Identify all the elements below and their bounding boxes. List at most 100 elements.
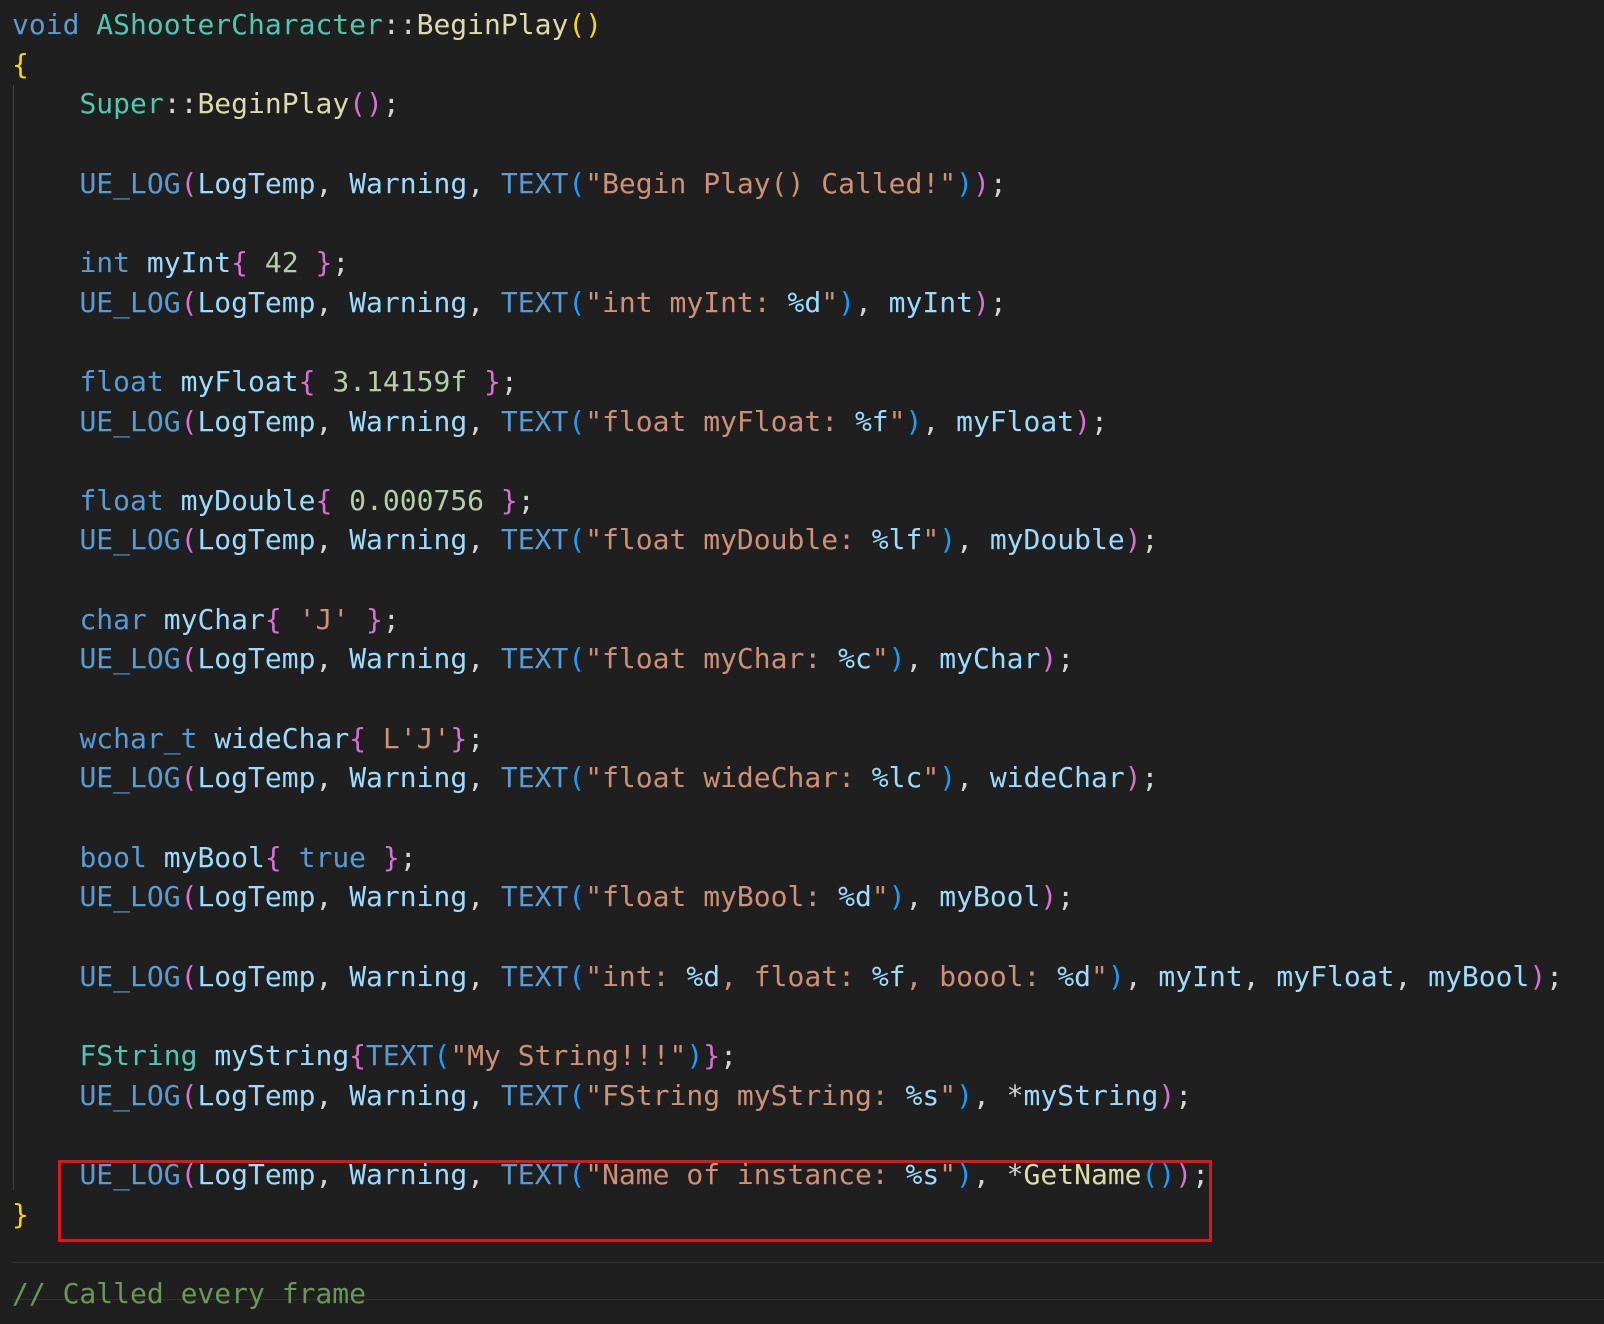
code-token: " xyxy=(871,642,889,675)
code-line[interactable]: { xyxy=(12,45,29,85)
code-token: , boool: xyxy=(905,960,1058,993)
code-line[interactable]: int myInt{ 42 }; xyxy=(12,243,349,283)
code-token: "My String!!!" xyxy=(450,1039,687,1072)
code-token: { xyxy=(231,246,249,279)
code-line[interactable]: char myChar{ 'J' }; xyxy=(12,600,399,640)
code-token: ) xyxy=(838,286,855,319)
code-token: LogTemp xyxy=(197,761,316,794)
code-token: { xyxy=(349,722,367,755)
code-line[interactable]: bool myBool{ true }; xyxy=(12,838,416,878)
code-token: ) xyxy=(888,880,906,913)
code-token: wideChar xyxy=(989,761,1125,794)
code-line[interactable]: float myDouble{ 0.000756 }; xyxy=(12,481,535,521)
code-token: ( xyxy=(180,405,198,438)
code-token: myFloat xyxy=(180,365,299,398)
code-token: Warning xyxy=(349,167,468,200)
code-token: Super xyxy=(79,87,164,120)
code-token: TEXT xyxy=(500,405,569,438)
code-line[interactable]: UE_LOG(LogTemp, Warning, TEXT("Begin Pla… xyxy=(12,164,1006,204)
code-token: { xyxy=(264,841,282,874)
code-line[interactable]: } xyxy=(12,1195,29,1235)
code-token: " xyxy=(888,405,906,438)
code-token: int xyxy=(79,246,131,279)
code-token: UE_LOG xyxy=(79,761,181,794)
code-token: ( xyxy=(180,167,198,200)
code-token: ( xyxy=(568,1079,586,1112)
code-token: ( xyxy=(180,1079,198,1112)
code-line[interactable]: UE_LOG(LogTemp, Warning, TEXT("int myInt… xyxy=(12,283,1006,323)
code-token: Warning xyxy=(349,1079,468,1112)
code-token: float xyxy=(79,365,164,398)
code-token: ( xyxy=(568,523,586,556)
code-token: ; xyxy=(720,1039,737,1072)
code-token: ; xyxy=(1141,761,1159,794)
code-token: ; xyxy=(1057,642,1075,675)
code-line[interactable]: FString myString{TEXT("My String!!!")}; xyxy=(12,1036,737,1076)
code-token: ) xyxy=(972,167,990,200)
code-token: Warning xyxy=(349,960,468,993)
code-line[interactable]: UE_LOG(LogTemp, Warning, TEXT("float myB… xyxy=(12,877,1074,917)
code-line[interactable]: UE_LOG(LogTemp, Warning, TEXT("float myD… xyxy=(12,520,1158,560)
code-token: , float: xyxy=(720,960,872,993)
code-token: %f xyxy=(871,960,906,993)
code-token: UE_LOG xyxy=(79,880,181,913)
code-token: , xyxy=(1394,960,1429,993)
code-token: , xyxy=(315,960,350,993)
code-token: * xyxy=(1006,1079,1024,1112)
code-token: char xyxy=(79,603,147,636)
code-line[interactable]: // Called every frame xyxy=(12,1274,366,1314)
code-token: myBool xyxy=(163,841,265,874)
code-token: myChar xyxy=(939,642,1041,675)
code-token: LogTemp xyxy=(197,167,316,200)
code-token: , xyxy=(315,167,350,200)
code-line[interactable]: wchar_t wideChar{ L'J'}; xyxy=(12,719,484,759)
code-token: , xyxy=(922,405,957,438)
code-token: ) xyxy=(1529,960,1547,993)
code-token: , xyxy=(467,1079,501,1112)
code-token: ( xyxy=(180,286,198,319)
code-token: , xyxy=(854,286,889,319)
code-token: ) xyxy=(888,642,906,675)
code-token: } xyxy=(366,603,383,636)
code-token: UE_LOG xyxy=(79,960,181,993)
code-line[interactable]: UE_LOG(LogTemp, Warning, TEXT("float wid… xyxy=(12,758,1158,798)
code-token: void xyxy=(12,8,80,41)
code-line[interactable]: UE_LOG(LogTemp, Warning, TEXT("float myF… xyxy=(12,402,1108,442)
code-line[interactable]: UE_LOG(LogTemp, Warning, TEXT("FString m… xyxy=(12,1076,1192,1116)
code-line[interactable]: void AShooterCharacter::BeginPlay() xyxy=(12,5,602,45)
code-token: } xyxy=(12,1198,29,1231)
code-token: ) xyxy=(1040,642,1058,675)
code-token: , xyxy=(315,286,350,319)
code-token: myInt xyxy=(888,286,973,319)
code-token: ; xyxy=(1090,405,1108,438)
code-line[interactable]: UE_LOG(LogTemp, Warning, TEXT("float myC… xyxy=(12,639,1074,679)
code-line[interactable]: float myFloat{ 3.14159f }; xyxy=(12,362,517,402)
code-token: { xyxy=(315,484,333,517)
code-line[interactable]: UE_LOG(LogTemp, Warning, TEXT("int: %d, … xyxy=(12,957,1563,997)
code-token: ; xyxy=(517,484,535,517)
code-editor[interactable]: void AShooterCharacter::BeginPlay(){ Sup… xyxy=(0,0,1604,1324)
code-token: TEXT xyxy=(500,1079,569,1112)
code-line[interactable]: Super::BeginPlay(); xyxy=(12,84,399,124)
code-token: } xyxy=(703,1039,721,1072)
code-token: { xyxy=(298,365,316,398)
code-token: true xyxy=(298,841,367,874)
